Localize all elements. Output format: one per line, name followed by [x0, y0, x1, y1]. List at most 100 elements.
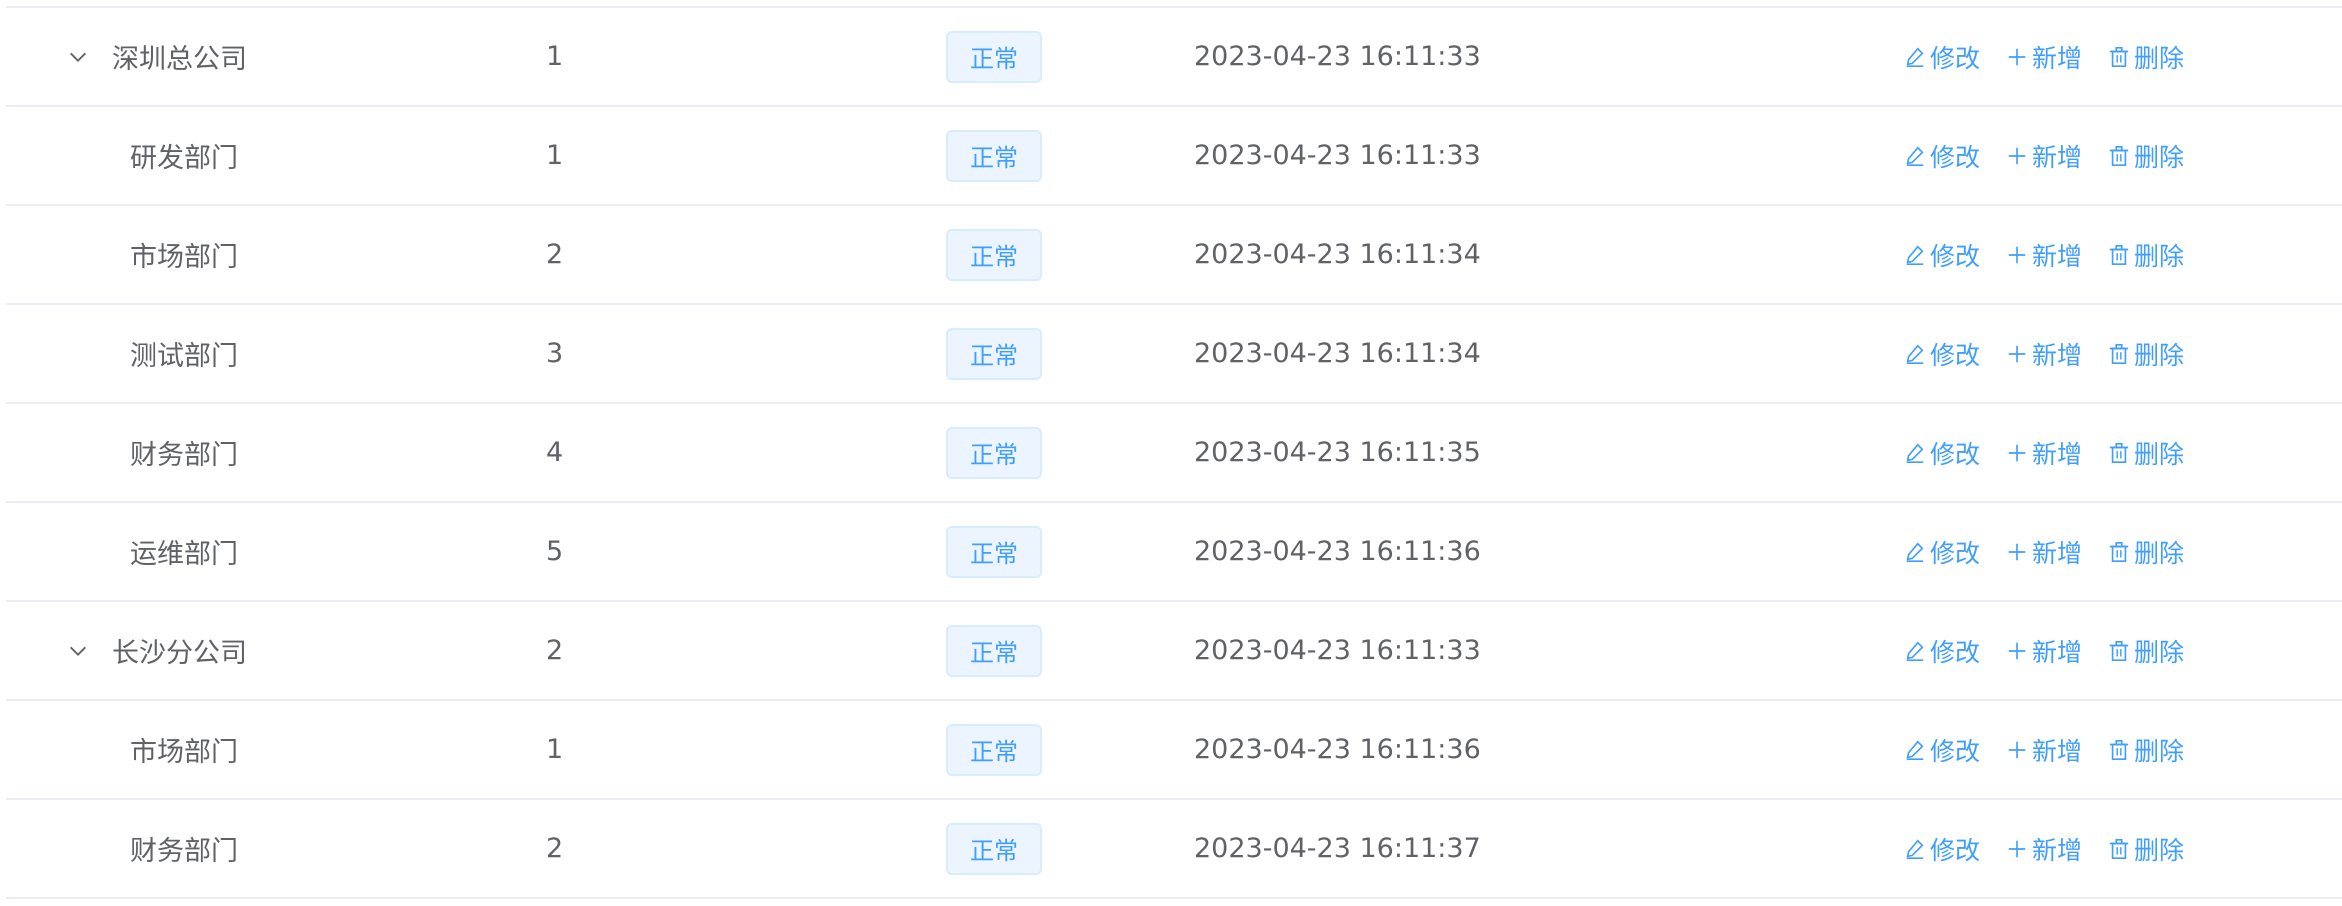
order-num-cell: 2	[546, 800, 563, 897]
edit-label: 修改	[1930, 736, 1981, 766]
created-time: 2023-04-23 16:11:35	[1194, 437, 1481, 468]
actions-cell: 修改 新增 删除	[1904, 701, 2210, 798]
order-num-cell: 2	[546, 602, 563, 699]
table-row: 深圳总公司 1 正常 2023-04-23 16:11:33 修改 新增 删除	[6, 8, 2342, 107]
add-button[interactable]: 新增	[2006, 39, 2082, 75]
order-num: 3	[546, 338, 564, 369]
plus-icon	[2006, 739, 2028, 761]
delete-button[interactable]: 删除	[2108, 534, 2184, 570]
add-button[interactable]: 新增	[2006, 237, 2082, 273]
actions-cell: 修改 新增 删除	[1904, 206, 2210, 303]
created-time-cell: 2023-04-23 16:11:37	[1194, 800, 1481, 897]
edit-button[interactable]: 修改	[1904, 732, 1980, 768]
dept-name-cell: 长沙分公司	[66, 602, 247, 699]
edit-button[interactable]: 修改	[1904, 435, 1980, 471]
created-time-cell: 2023-04-23 16:11:36	[1194, 701, 1481, 798]
order-num: 1	[546, 140, 564, 171]
add-button[interactable]: 新增	[2006, 336, 2082, 372]
delete-button[interactable]: 删除	[2108, 831, 2184, 867]
delete-button[interactable]: 删除	[2108, 39, 2184, 75]
dept-name: 测试部门	[130, 341, 238, 372]
created-time: 2023-04-23 16:11:33	[1194, 140, 1481, 171]
dept-name: 财务部门	[130, 836, 238, 867]
delete-label: 删除	[2134, 43, 2185, 73]
add-label: 新增	[2032, 340, 2083, 370]
add-button[interactable]: 新增	[2006, 534, 2082, 570]
dept-name: 财务部门	[130, 440, 238, 471]
status-badge: 正常	[946, 426, 1042, 479]
dept-name-cell: 测试部门	[130, 305, 238, 402]
dept-name-cell: 市场部门	[130, 206, 238, 303]
status-cell: 正常	[946, 701, 1042, 798]
order-num: 2	[546, 635, 564, 666]
delete-icon	[2108, 739, 2130, 761]
dept-name-cell: 财务部门	[130, 404, 238, 501]
delete-label: 删除	[2134, 241, 2185, 271]
delete-button[interactable]: 删除	[2108, 732, 2184, 768]
edit-label: 修改	[1930, 142, 1981, 172]
plus-icon	[2006, 244, 2028, 266]
edit-button[interactable]: 修改	[1904, 336, 1980, 372]
table-row: 长沙分公司 2 正常 2023-04-23 16:11:33 修改 新增 删除	[6, 602, 2342, 701]
dept-name-cell: 财务部门	[130, 800, 238, 897]
status-badge: 正常	[946, 525, 1042, 578]
order-num-cell: 5	[546, 503, 563, 600]
delete-label: 删除	[2134, 142, 2185, 172]
edit-icon	[1904, 343, 1926, 365]
plus-icon	[2006, 343, 2028, 365]
status-cell: 正常	[946, 800, 1042, 897]
edit-button[interactable]: 修改	[1904, 39, 1980, 75]
edit-icon	[1904, 640, 1926, 662]
status-cell: 正常	[946, 602, 1042, 699]
order-num-cell: 2	[546, 206, 563, 303]
edit-button[interactable]: 修改	[1904, 138, 1980, 174]
order-num: 1	[546, 734, 564, 765]
dept-name: 市场部门	[130, 737, 238, 768]
dept-name: 长沙分公司	[112, 638, 247, 669]
plus-icon	[2006, 145, 2028, 167]
edit-button[interactable]: 修改	[1904, 633, 1980, 669]
created-time: 2023-04-23 16:11:36	[1194, 536, 1481, 567]
edit-button[interactable]: 修改	[1904, 237, 1980, 273]
chevron-down-icon[interactable]	[66, 45, 90, 69]
edit-label: 修改	[1930, 538, 1981, 568]
edit-label: 修改	[1930, 241, 1981, 271]
status-cell: 正常	[946, 305, 1042, 402]
order-num: 1	[546, 41, 564, 72]
delete-button[interactable]: 删除	[2108, 633, 2184, 669]
plus-icon	[2006, 640, 2028, 662]
edit-label: 修改	[1930, 637, 1981, 667]
delete-icon	[2108, 46, 2130, 68]
add-button[interactable]: 新增	[2006, 435, 2082, 471]
created-time-cell: 2023-04-23 16:11:33	[1194, 107, 1481, 204]
order-num-cell: 1	[546, 8, 563, 105]
edit-label: 修改	[1930, 43, 1981, 73]
delete-label: 删除	[2134, 637, 2185, 667]
delete-button[interactable]: 删除	[2108, 336, 2184, 372]
created-time: 2023-04-23 16:11:33	[1194, 41, 1481, 72]
department-table: 深圳总公司 1 正常 2023-04-23 16:11:33 修改 新增 删除 …	[6, 6, 2342, 899]
dept-name-cell: 研发部门	[130, 107, 238, 204]
edit-icon	[1904, 244, 1926, 266]
add-label: 新增	[2032, 637, 2083, 667]
add-button[interactable]: 新增	[2006, 732, 2082, 768]
add-button[interactable]: 新增	[2006, 138, 2082, 174]
edit-label: 修改	[1930, 340, 1981, 370]
dept-name-cell: 运维部门	[130, 503, 238, 600]
edit-button[interactable]: 修改	[1904, 831, 1980, 867]
delete-button[interactable]: 删除	[2108, 435, 2184, 471]
created-time-cell: 2023-04-23 16:11:33	[1194, 8, 1481, 105]
status-cell: 正常	[946, 404, 1042, 501]
delete-label: 删除	[2134, 736, 2185, 766]
table-row: 财务部门 4 正常 2023-04-23 16:11:35 修改 新增 删除	[6, 404, 2342, 503]
chevron-down-icon[interactable]	[66, 639, 90, 663]
created-time-cell: 2023-04-23 16:11:34	[1194, 305, 1481, 402]
edit-button[interactable]: 修改	[1904, 534, 1980, 570]
created-time-cell: 2023-04-23 16:11:34	[1194, 206, 1481, 303]
add-button[interactable]: 新增	[2006, 831, 2082, 867]
delete-icon	[2108, 838, 2130, 860]
add-button[interactable]: 新增	[2006, 633, 2082, 669]
delete-button[interactable]: 删除	[2108, 138, 2184, 174]
delete-label: 删除	[2134, 538, 2185, 568]
delete-button[interactable]: 删除	[2108, 237, 2184, 273]
